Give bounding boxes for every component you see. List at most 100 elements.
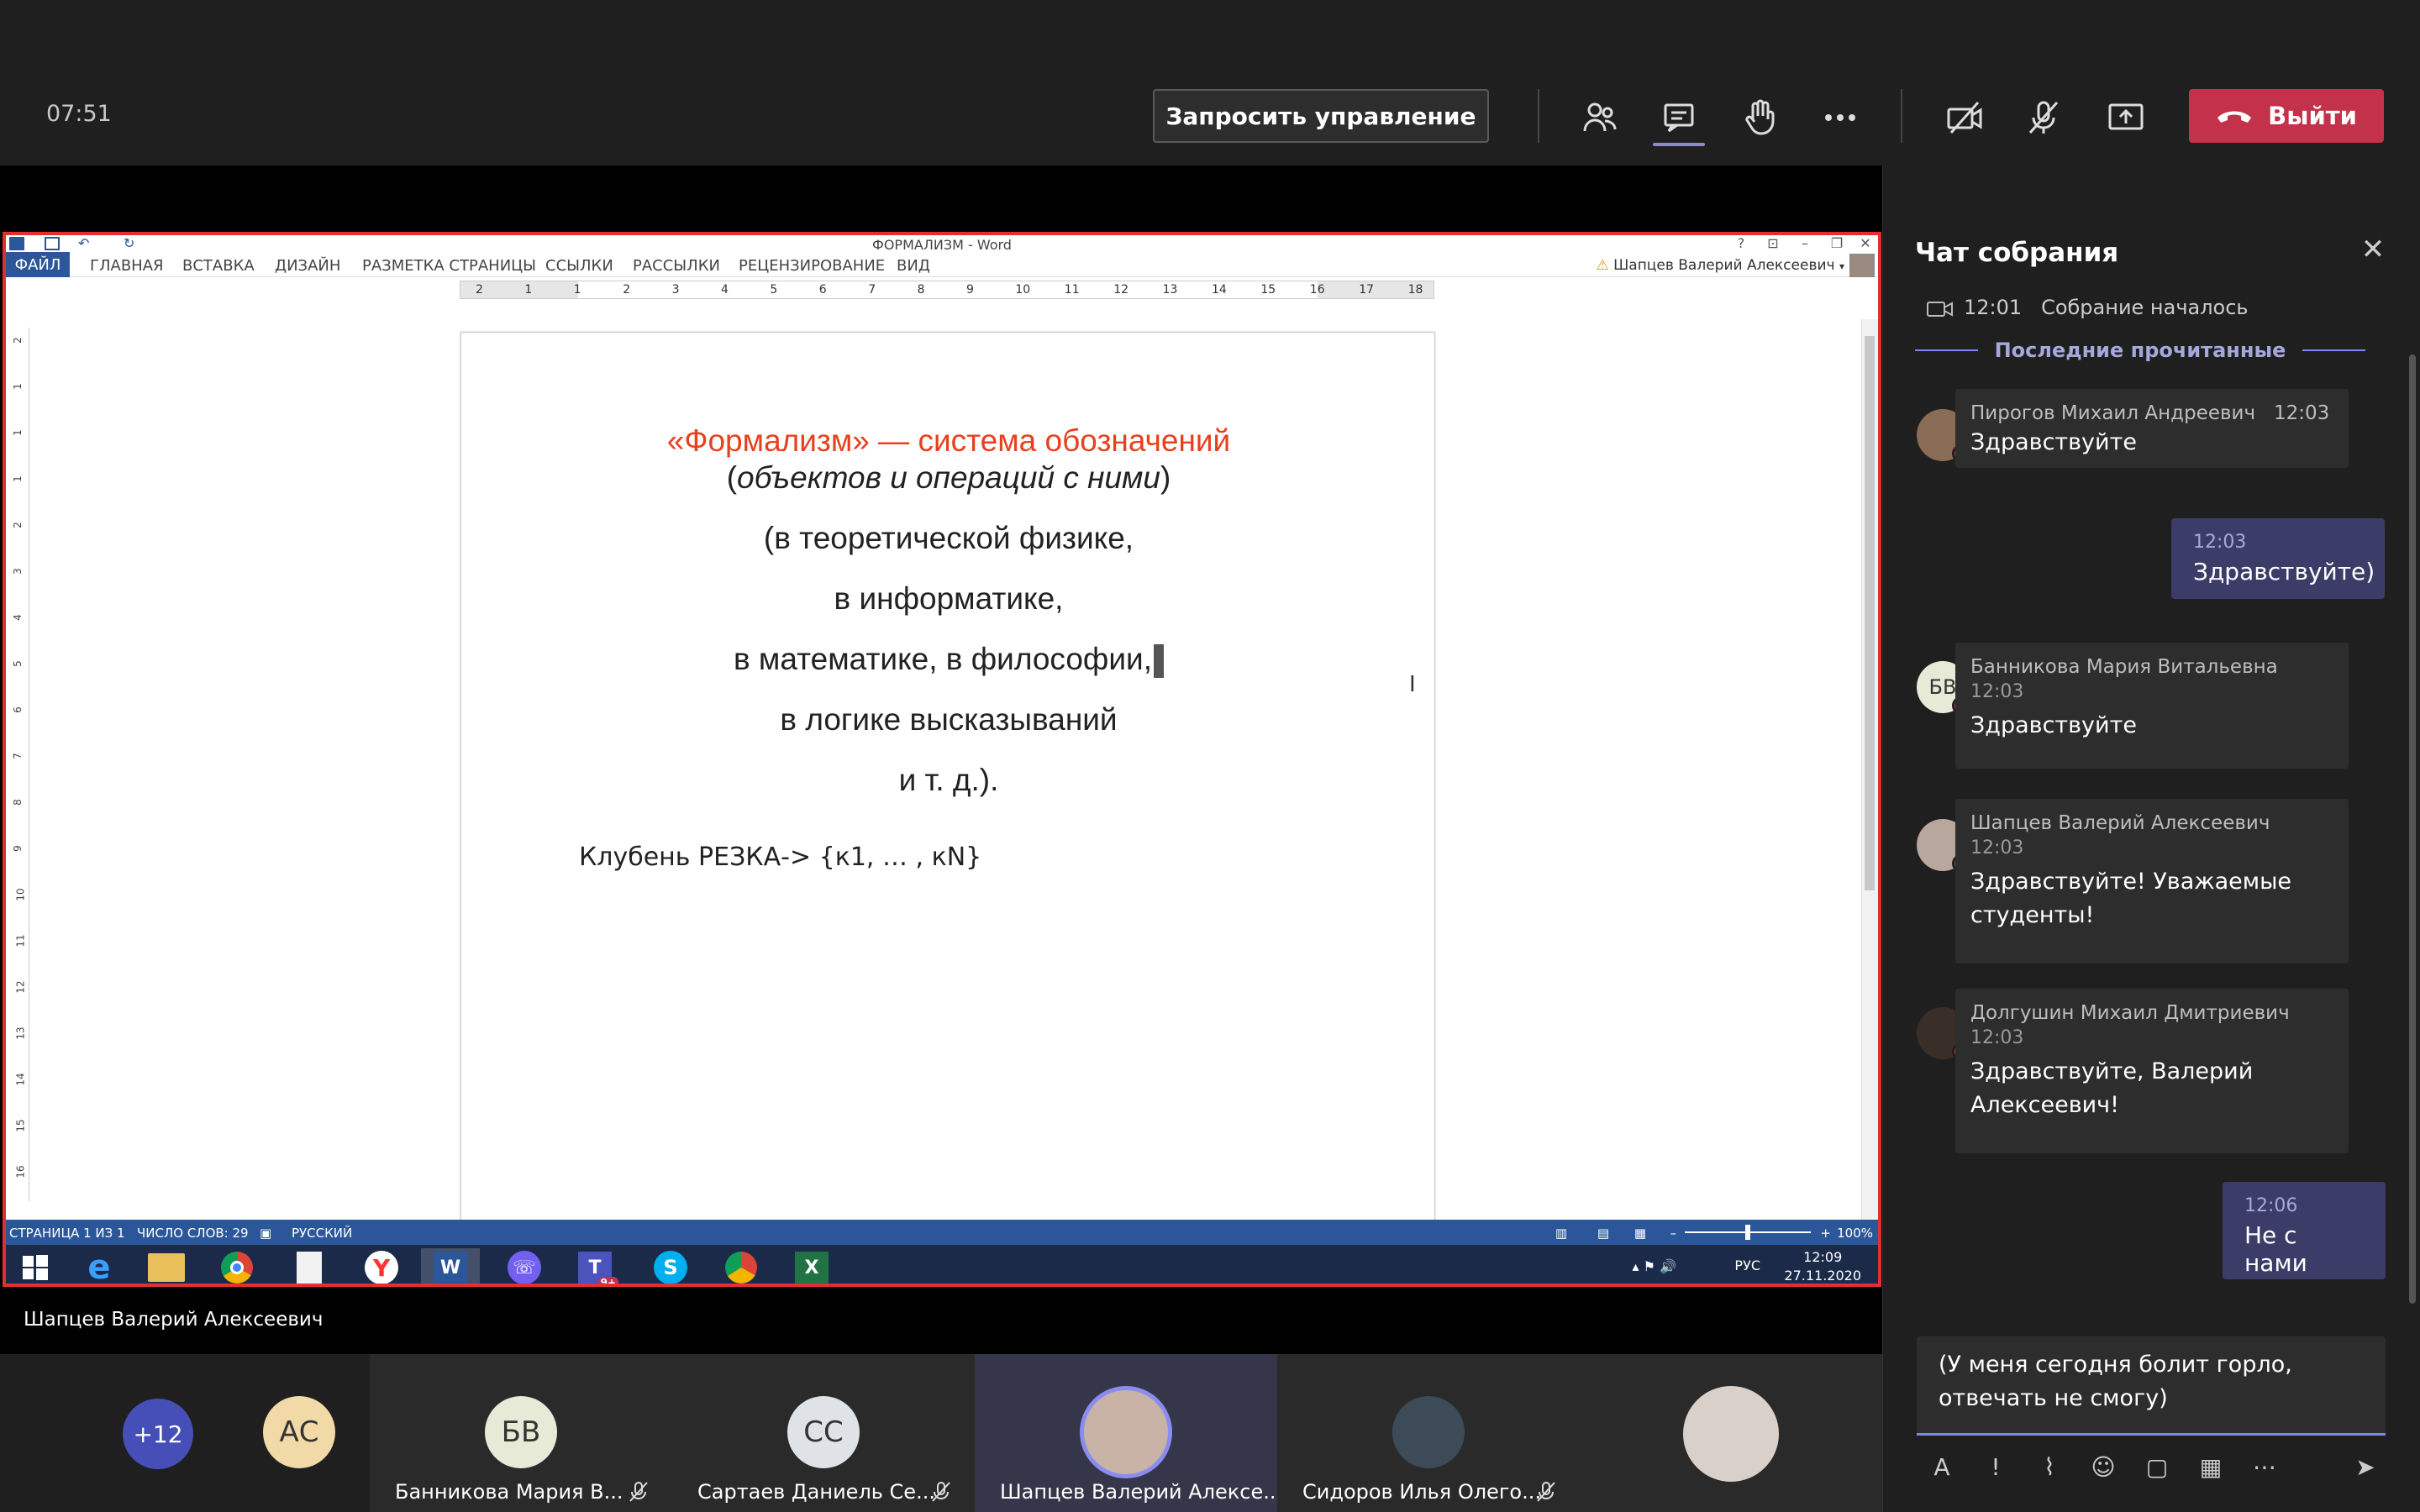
mic-off-icon [932, 1482, 950, 1502]
tab-mailings[interactable]: РАССЫЛКИ [633, 257, 720, 275]
ruler-number: 12 [14, 980, 27, 994]
tray-icons[interactable]: ▴ ⚑ 🔊 [1633, 1258, 1676, 1274]
share-screen-icon[interactable] [2102, 94, 2149, 141]
last-read-label: Последние прочитанные [1994, 339, 2286, 362]
print-layout-icon[interactable]: ▤ [1597, 1226, 1609, 1241]
compose-message-input[interactable]: (У меня сегодня болит горло, отвечать не… [1917, 1336, 2386, 1436]
account-menu[interactable]: ⚠ Шапцев Валерий Алексеевич ▾ [1596, 257, 1844, 274]
camera-off-icon[interactable] [1941, 94, 1988, 141]
tab-insert[interactable]: ВСТАВКА [182, 257, 255, 275]
account-avatar[interactable] [1849, 254, 1875, 277]
chat-message[interactable]: Шапцев Валерий Алексеевич 12:03 Здравств… [1955, 799, 2349, 963]
participant-tile[interactable]: СС Сартаев Даниель Се... [672, 1354, 975, 1512]
web-layout-icon[interactable]: ▦ [1634, 1226, 1646, 1241]
chrome-icon[interactable] [208, 1248, 266, 1284]
tab-file[interactable]: ФАЙЛ [6, 252, 70, 277]
yandex-browser-icon[interactable]: Y [352, 1248, 411, 1284]
read-mode-icon[interactable]: ▥ [1555, 1226, 1567, 1241]
ruler-number: 15 [1260, 283, 1276, 297]
raise-hand-icon[interactable] [1736, 94, 1783, 141]
blank-file-icon[interactable] [280, 1248, 339, 1284]
tab-references[interactable]: ССЫЛКИ [545, 257, 613, 275]
keyboard-language[interactable]: РУС [1734, 1257, 1760, 1273]
presenter-name: Шапцев Валерий Алексеевич [24, 1309, 324, 1331]
hang-up-icon [2217, 111, 2252, 123]
ribbon-options-icon[interactable]: ⊡ [1760, 235, 1786, 252]
ruler-number: 5 [11, 660, 24, 667]
vertical-ruler: 2 1 1 1 2 3 4 5 6 7 8 9 10 11 12 13 14 15 16 [11, 328, 29, 1201]
zoom-level[interactable]: 100% [1837, 1226, 1873, 1241]
more-participants-badge[interactable]: +12 [123, 1399, 193, 1469]
chat-icon[interactable] [1655, 94, 1702, 141]
more-options-icon[interactable]: ⋯ [2248, 1451, 2281, 1484]
word-window: ↶ ↻ ФОРМАЛИЗМ - Word ? ⊡ – ❐ ✕ ФАЙЛ ГЛАВ… [3, 232, 1881, 1287]
chat-message[interactable]: Долгушин Михаил Дмитриевич 12:03 Здравст… [1955, 989, 2349, 1153]
important-icon[interactable]: ! [1979, 1451, 2012, 1484]
sticker-icon[interactable]: ▢ [2140, 1451, 2174, 1484]
participant-tile[interactable]: Сидоров Илья Олего... [1277, 1354, 1580, 1512]
taskbar-clock[interactable]: 12:09 27.11.2020 [1784, 1248, 1861, 1284]
more-actions-icon[interactable] [1817, 94, 1864, 141]
zoom-slider[interactable] [1685, 1225, 1811, 1240]
emoji-icon[interactable]: ☺ [2086, 1451, 2120, 1484]
document-area: 2 1 1 2 3 4 5 6 7 8 9 10 11 12 13 14 15 16 17 18 2111234567… [6, 277, 1878, 1256]
language-indicator[interactable]: РУССКИЙ [292, 1226, 352, 1241]
leave-button[interactable]: Выйти [2189, 89, 2384, 143]
word-taskbar-icon[interactable]: W [421, 1248, 480, 1284]
request-control-button[interactable]: Запросить управление [1153, 89, 1489, 143]
ruler-number: 2 [476, 283, 483, 297]
document-line: (в теоретической физике, [763, 521, 1134, 555]
tab-design[interactable]: ДИЗАЙН [275, 257, 340, 275]
my-chat-message[interactable]: 12:03 Здравствуйте) [2171, 518, 2385, 599]
file-explorer-icon[interactable] [137, 1248, 196, 1284]
zoom-out-icon[interactable]: – [1670, 1226, 1677, 1241]
ruler-number: 6 [818, 283, 827, 297]
my-chat-message[interactable]: 12:06 Не с нами [2223, 1182, 2386, 1279]
chrome-profile-icon[interactable] [712, 1248, 771, 1284]
close-icon[interactable]: ✕ [1853, 235, 1878, 252]
ruler-number: 4 [11, 614, 24, 621]
help-icon[interactable]: ? [1728, 235, 1754, 252]
message-time: 12:06 [2244, 1195, 2298, 1216]
restore-icon[interactable]: ❐ [1824, 235, 1849, 252]
tab-page-layout[interactable]: РАЗМЕТКА СТРАНИЦЫ [362, 257, 536, 275]
close-icon[interactable]: ✕ [2356, 233, 2390, 266]
chat-active-indicator [1653, 143, 1705, 146]
vertical-scrollbar[interactable] [1861, 319, 1878, 1242]
participant-tile[interactable] [1580, 1354, 1882, 1512]
schedule-icon[interactable]: ▦ [2194, 1451, 2228, 1484]
internet-explorer-icon[interactable]: e [70, 1248, 129, 1284]
minimize-icon[interactable]: – [1792, 235, 1818, 252]
skype-icon[interactable]: S [641, 1248, 700, 1284]
chat-message[interactable]: Банникова Мария Витальевна 12:03 Здравст… [1955, 643, 2349, 769]
ruler-number: 16 [1309, 283, 1325, 297]
participant-avatar-photo [1392, 1396, 1465, 1468]
zoom-slider-knob[interactable] [1745, 1225, 1750, 1240]
scrollbar-thumb[interactable] [1865, 336, 1875, 890]
mic-off-icon[interactable] [2020, 94, 2067, 141]
tab-home[interactable]: ГЛАВНАЯ [90, 257, 164, 275]
excel-icon[interactable]: X [782, 1248, 841, 1284]
proofing-icon[interactable]: ▣ [260, 1226, 271, 1241]
zoom-in-icon[interactable]: + [1820, 1226, 1831, 1241]
chat-message[interactable]: Пирогов Михаил Андреевич 12:03 Здравству… [1955, 389, 2349, 468]
toolbar-divider [1901, 89, 1902, 143]
word-count[interactable]: ЧИСЛО СЛОВ: 29 [137, 1226, 249, 1241]
message-text: Здравствуйте! Уважаемые студенты! [1970, 869, 2292, 928]
format-icon[interactable]: A [1925, 1451, 1959, 1484]
teams-taskbar-icon[interactable]: T 9+ [566, 1248, 624, 1284]
viber-icon[interactable]: ☏ [495, 1248, 554, 1284]
attach-icon[interactable]: ⌇ [2033, 1451, 2066, 1484]
chat-scrollbar[interactable] [2409, 354, 2416, 1304]
windows-start-icon[interactable] [6, 1248, 65, 1284]
subtitle-paren-close: ) [1160, 460, 1171, 495]
page-count[interactable]: СТРАНИЦА 1 ИЗ 1 [9, 1226, 125, 1241]
tab-view[interactable]: ВИД [897, 257, 930, 275]
participant-tile-active-speaker[interactable]: Шапцев Валерий Алексе... [975, 1354, 1282, 1512]
document-page[interactable]: «Формализм» — система обозначений (объек… [460, 332, 1435, 1256]
participants-icon[interactable] [1576, 94, 1623, 141]
tab-review[interactable]: РЕЦЕНЗИРОВАНИЕ [739, 257, 885, 275]
send-icon[interactable]: ➤ [2349, 1451, 2382, 1484]
participant-avatar[interactable]: АС [263, 1396, 335, 1468]
participant-tile[interactable]: БВ Банникова Мария В... [370, 1354, 672, 1512]
